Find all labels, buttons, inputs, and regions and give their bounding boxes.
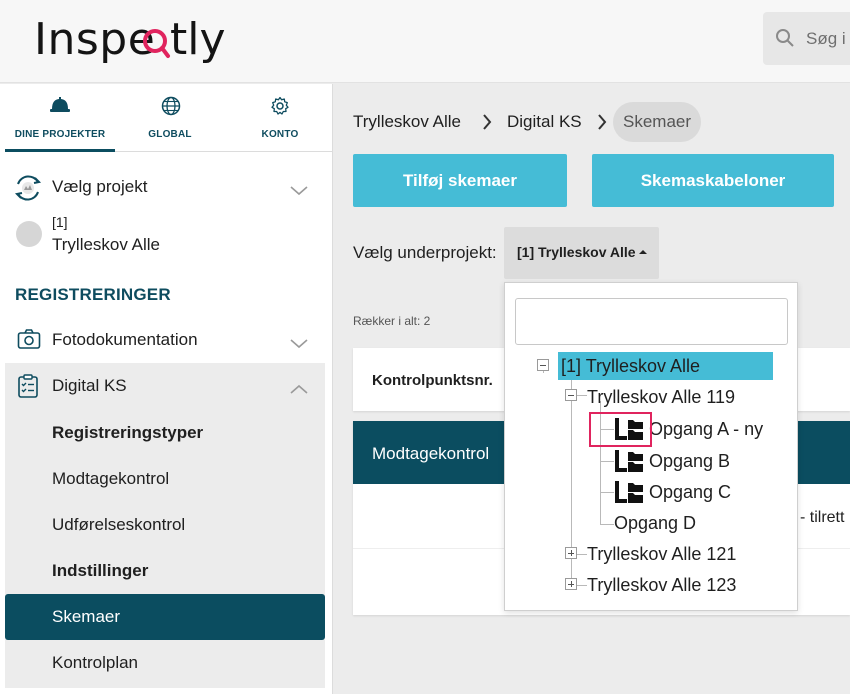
sidebar: DINE PROJEKTER GLOBAL KONTO Vælg projekt… [0,84,333,694]
folder-tree-icon [614,480,644,509]
tree-line [600,492,614,493]
search-input[interactable]: Søg i [806,29,846,49]
project-sync-icon [12,172,44,209]
svg-text:Inspe: Inspe [34,14,155,65]
schema-templates-button[interactable]: Skemaskabeloner [592,154,834,207]
globe-icon [161,96,181,121]
tree-node[interactable]: Trylleskov Alle 121 [587,544,736,565]
tab-label: KONTO [261,129,299,140]
avatar [16,221,42,247]
tree-node[interactable]: Opgang D [614,513,696,534]
sidebar-item-modtagekontrol[interactable]: Modtagekontrol [5,456,325,502]
column-header[interactable]: Kontrolpunktsnr. [372,372,493,389]
sidebar-tabs: DINE PROJEKTER GLOBAL KONTO [5,84,333,152]
sidebar-item-kontrolplan[interactable]: Kontrolplan [5,640,325,686]
breadcrumb-item[interactable]: Digital KS [507,112,582,132]
sidebar-item-label: Udførelseskontrol [52,515,186,534]
sidebar-item-label: Modtagekontrol [52,469,170,488]
app-logo[interactable]: Inspe tly [34,10,234,70]
chevron-down-icon[interactable] [290,183,308,201]
sidebar-item-digital-ks[interactable]: Digital KS [5,363,325,409]
tree-node[interactable]: Opgang B [649,451,730,472]
expand-icon[interactable] [565,578,577,590]
chevron-up-icon[interactable] [290,381,308,399]
sidebar-item-udfoerelseskontrol[interactable]: Udførelseskontrol [5,502,325,548]
tree-line [600,524,614,525]
sidebar-item-label: Indstillinger [52,561,149,580]
section-title: REGISTRERINGER [15,285,171,304]
camera-icon [17,328,41,355]
expand-icon[interactable] [565,547,577,559]
sidebar-item-indstillinger[interactable]: Indstillinger [5,548,325,594]
tab-global[interactable]: GLOBAL [115,84,225,152]
project-selector[interactable]: Vælg projekt [12,171,322,205]
breadcrumb-item[interactable]: Trylleskov Alle [353,112,461,132]
group-header-label: Modtagekontrol [372,444,490,463]
clipboard-icon [17,374,39,403]
subproject-tree: [1] Trylleskov Alle Trylleskov Alle 119 … [505,283,799,612]
collapse-icon[interactable] [565,389,577,401]
rows-count: Rækker i alt: 2 [353,314,431,328]
subproject-dropdown: [1] Trylleskov Alle Trylleskov Alle 119 … [504,282,798,611]
collapse-icon[interactable] [537,359,549,371]
sidebar-item-label: Fotodokumentation [52,330,198,349]
chevron-right-icon [597,114,607,135]
sidebar-item-label: Kontrolplan [52,653,139,672]
subproject-label: Vælg underprojekt: [353,243,497,262]
caret-up-icon [639,250,647,254]
tree-node[interactable]: Trylleskov Alle 119 [587,387,735,408]
tab-label: GLOBAL [148,129,192,140]
sidebar-item-label: Registreringstyper [52,423,204,442]
breadcrumb-current: Skemaer [613,102,702,142]
sidebar-item-registreringstyper[interactable]: Registreringstyper [5,410,325,456]
sidebar-item-label: Skemaer [52,607,121,626]
sidebar-item-fotodokumentation[interactable]: Fotodokumentation [5,317,325,363]
subproject-name: Trylleskov Alle [52,235,161,254]
subproject-id: [1] [52,214,68,230]
sidebar-item-label: Digital KS [52,376,127,395]
table-cell: - tilrett [800,509,845,526]
subproject-select-value: [1] Trylleskov Alle [517,244,636,260]
tree-line [600,461,614,462]
add-schemas-button[interactable]: Tilføj skemaer [353,154,567,207]
global-search[interactable]: Søg i [763,12,850,65]
gear-icon [270,96,290,121]
tab-label: DINE PROJEKTER [14,129,106,140]
helmet-icon [49,96,71,119]
subproject-select[interactable]: [1] Trylleskov Alle [504,227,659,279]
app-header: Inspe tly Søg i [0,0,850,83]
chevron-down-icon[interactable] [290,336,308,354]
folder-tree-icon [614,449,644,478]
project-selector-label: Vælg projekt [52,177,148,196]
sidebar-item-skemaer[interactable]: Skemaer [5,594,325,640]
svg-text:tly: tly [170,14,226,65]
tree-node[interactable]: Opgang C [649,482,731,503]
tree-node[interactable]: Opgang A - ny [649,419,763,440]
search-icon [775,28,795,53]
tree-node[interactable]: Trylleskov Alle 123 [587,575,736,596]
tab-dine-projekter[interactable]: DINE PROJEKTER [5,84,115,152]
highlight-box [589,412,652,447]
tab-konto[interactable]: KONTO [225,84,335,152]
chevron-right-icon [482,114,492,135]
tree-node-root[interactable]: [1] Trylleskov Alle [561,356,700,377]
digital-ks-group: Digital KS Registreringstyper Modtagekon… [5,363,325,688]
